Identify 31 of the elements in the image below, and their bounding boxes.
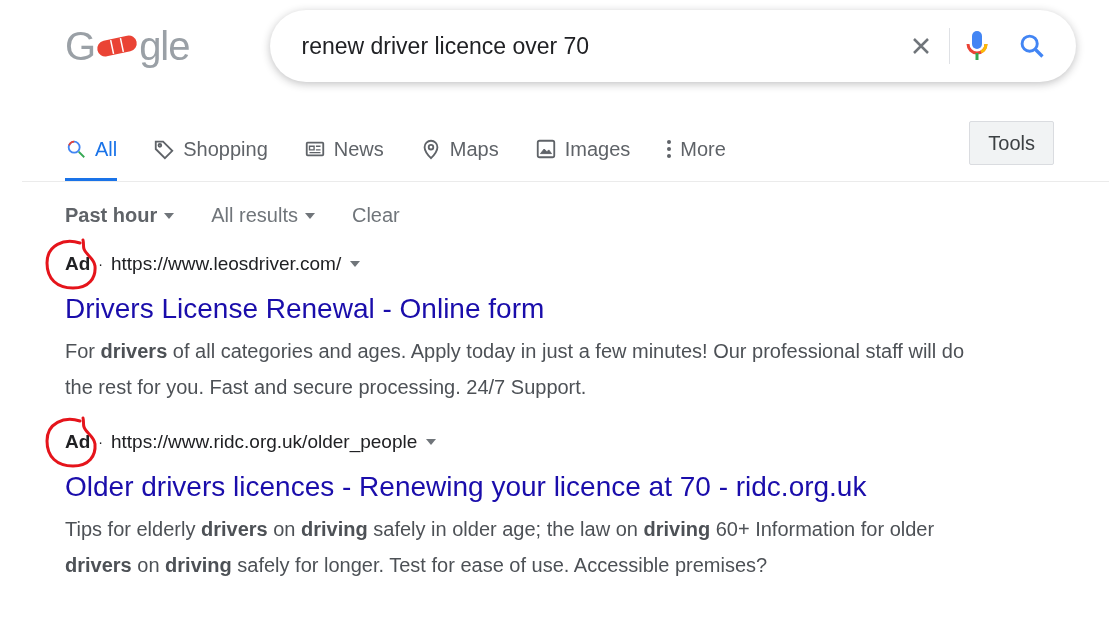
result-url: https://www.ridc.org.uk/older_people	[111, 431, 418, 453]
caret-icon	[349, 260, 362, 268]
caret-icon	[425, 438, 438, 446]
result-snippet: Tips for elderly drivers on driving safely in older age; the law on driving 60+ Information for older drivers on driving safely for longer. Test for ease of use. Accessible premises?	[65, 517, 936, 578]
search-tab[interactable]: News	[303, 120, 384, 181]
search-tab[interactable]: More	[666, 120, 726, 181]
search-icon	[65, 138, 87, 160]
search-tab[interactable]: Maps	[419, 120, 499, 181]
filter-option[interactable]: Past hour	[65, 204, 176, 227]
voice-search-button[interactable]	[965, 30, 988, 62]
result-title-link[interactable]: Older drivers licences - Renewing your licence at 70 - ridc.org.uk	[65, 469, 965, 505]
ad-label: Ad	[65, 431, 91, 453]
dropdown-caret-icon	[163, 211, 176, 220]
result-url: https://www.leosdriver.com/	[111, 253, 342, 275]
more-icon	[666, 138, 673, 160]
search-input[interactable]: renew driver licence over 70	[299, 31, 909, 61]
image-icon	[534, 138, 557, 160]
filter-option[interactable]: All results	[211, 204, 316, 227]
filter-option[interactable]: Clear	[351, 204, 400, 227]
separator-dot: ·	[98, 256, 103, 272]
ad-label: Ad	[65, 253, 91, 275]
search-tab[interactable]: Shopping	[153, 120, 268, 181]
microphone-icon	[965, 30, 988, 62]
tag-icon	[153, 138, 176, 160]
result-snippet: For drivers of all categories and ages. Apply today in just a few minutes! Our professional staff will do the rest for you. Fast and secure processing. 24/7 Support.	[65, 339, 965, 400]
separator-dot: ·	[98, 434, 103, 450]
dropdown-caret-icon	[303, 211, 316, 220]
tools-button[interactable]: Tools	[969, 121, 1054, 165]
result-title-link[interactable]: Drivers License Renewal - Online form	[65, 291, 965, 327]
search-tab[interactable]: All	[65, 120, 118, 181]
search-tab[interactable]: Images	[534, 120, 631, 181]
